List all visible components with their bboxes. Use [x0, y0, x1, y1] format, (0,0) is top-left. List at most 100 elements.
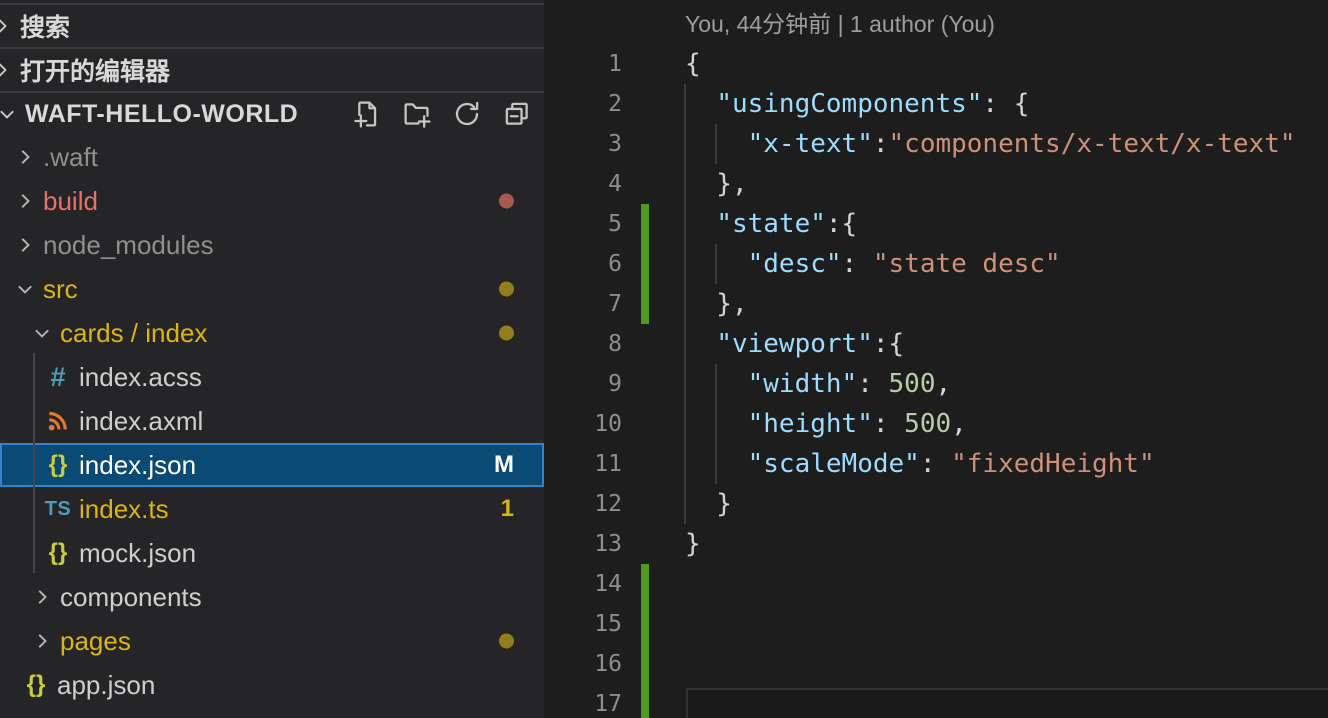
chevron-right-icon	[0, 59, 13, 81]
code-line-10[interactable]: 10 "height": 500,	[544, 404, 1328, 444]
line-number: 5	[608, 211, 622, 237]
refresh-button[interactable]	[452, 99, 482, 129]
line-number: 16	[594, 651, 622, 677]
git-added-gutter-bar	[641, 684, 649, 718]
code-line-15[interactable]: 15	[544, 604, 1328, 644]
collapse-all-button[interactable]	[502, 99, 532, 129]
chevron-right-icon	[14, 146, 36, 168]
new-file-button[interactable]	[352, 99, 382, 129]
code-line-3[interactable]: 3 "x-text":"components/x-text/x-text"	[544, 124, 1328, 164]
xml-file-icon	[46, 409, 70, 433]
code-line-13[interactable]: 13}	[544, 524, 1328, 564]
code-line-16[interactable]: 16	[544, 644, 1328, 684]
git-status-badge: M	[494, 451, 514, 478]
git-status-dot-badge	[499, 281, 514, 297]
code-line-14[interactable]: 14	[544, 564, 1328, 604]
file-row-index.ts[interactable]: TS index.ts 1	[0, 487, 544, 531]
folder-row-cards/index[interactable]: cards / index	[0, 311, 544, 355]
git-status-badge: 1	[500, 495, 514, 522]
code-text: {	[685, 49, 701, 79]
code-line-1[interactable]: 1{	[544, 44, 1328, 84]
code-line-2[interactable]: 2 "usingComponents": {	[544, 84, 1328, 124]
git-status-dot-badge	[499, 633, 514, 649]
file-row-app.json[interactable]: {} app.json	[0, 663, 544, 707]
folder-row-build[interactable]: build	[0, 179, 544, 223]
indent-guide	[715, 364, 717, 484]
file-row-index.json[interactable]: {} index.json M	[0, 443, 544, 487]
ts-file-icon: TS	[44, 497, 72, 520]
line-number: 11	[594, 451, 622, 477]
folder-row-components[interactable]: components	[0, 575, 544, 619]
hash-file-icon: #	[50, 361, 66, 392]
line-number: 17	[594, 691, 622, 717]
section-header-open-editors[interactable]: 打开的编辑器	[0, 47, 544, 91]
file-row-mock.json[interactable]: {} mock.json	[0, 531, 544, 575]
code-line-12[interactable]: 12 }	[544, 484, 1328, 524]
line-number: 7	[608, 291, 622, 317]
line-number: 1	[608, 51, 622, 77]
code-line-9[interactable]: 9 "width": 500,	[544, 364, 1328, 404]
tree-item-label: components	[60, 581, 202, 612]
git-added-gutter-bar	[641, 644, 649, 684]
git-status-dot-badge	[499, 325, 514, 341]
code-line-11[interactable]: 11 "scaleMode": "fixedHeight"	[544, 444, 1328, 484]
code-text: "scaleMode": "fixedHeight"	[747, 449, 1155, 479]
code-line-6[interactable]: 6 "desc": "state desc"	[544, 244, 1328, 284]
indent-guide	[715, 244, 717, 284]
code-lines: 1{2 "usingComponents": {3 "x-text":"comp…	[544, 44, 1328, 718]
tree-item-label: mock.json	[79, 537, 197, 568]
tree-item-label: build	[43, 185, 98, 216]
tree-item-label: src	[43, 273, 78, 304]
section-header-project[interactable]: WAFT-HELLO-WORLD	[0, 91, 544, 135]
file-row-index.acss[interactable]: # index.acss	[0, 355, 544, 399]
chevron-right-icon	[31, 586, 53, 608]
file-row-index.axml[interactable]: index.axml	[0, 399, 544, 443]
new-folder-button[interactable]	[402, 99, 432, 129]
code-text: "x-text":"components/x-text/x-text"	[747, 129, 1296, 159]
line-number: 8	[608, 331, 622, 357]
line-number: 3	[608, 131, 622, 157]
vscode-window: 搜索 打开的编辑器 WAFT-HELLO-WORLD .waft build nod…	[0, 0, 1328, 718]
chevron-right-icon	[31, 630, 53, 652]
git-added-gutter-bar	[641, 564, 649, 604]
code-text: },	[685, 169, 748, 199]
code-text: },	[685, 289, 748, 319]
code-text: "height": 500,	[747, 409, 967, 439]
folder-row-node_modules[interactable]: node_modules	[0, 223, 544, 267]
chevron-down-icon	[31, 322, 53, 344]
chevron-right-icon	[14, 234, 36, 256]
line-number: 6	[608, 251, 622, 277]
chevron-down-icon	[14, 278, 36, 300]
folder-row-src[interactable]: src	[0, 267, 544, 311]
folder-row-pages[interactable]: pages	[0, 619, 544, 663]
line-number: 12	[594, 491, 622, 517]
code-line-8[interactable]: 8 "viewport":{	[544, 324, 1328, 364]
file-tree: .waft build node_modules src cards / index # i…	[0, 135, 544, 707]
line-number: 9	[608, 371, 622, 397]
git-status-dot-badge	[499, 193, 514, 209]
code-line-7[interactable]: 7 },	[544, 284, 1328, 324]
git-added-gutter-bar	[641, 284, 649, 324]
code-line-5[interactable]: 5 "state":{	[544, 204, 1328, 244]
code-text: "desc": "state desc"	[747, 249, 1061, 279]
tree-item-label: cards / index	[60, 317, 208, 348]
braces-file-icon: {}	[48, 451, 68, 478]
section-header-search[interactable]: 搜索	[0, 3, 544, 47]
line-number: 13	[594, 531, 622, 557]
code-editor: You, 44分钟前 | 1 author (You) 1{2 "usingCo…	[544, 0, 1328, 718]
tree-indent-guide	[33, 353, 35, 573]
chevron-down-icon	[0, 103, 18, 125]
braces-file-icon: {}	[48, 539, 68, 566]
git-added-gutter-bar	[641, 244, 649, 284]
line-number: 4	[608, 171, 622, 197]
line-number: 14	[594, 571, 622, 597]
code-line-4[interactable]: 4 },	[544, 164, 1328, 204]
code-text: "width": 500,	[747, 369, 952, 399]
chevron-right-icon	[0, 15, 13, 37]
git-added-gutter-bar	[641, 204, 649, 244]
tree-item-label: node_modules	[43, 229, 214, 260]
git-blame-annotation[interactable]: You, 44分钟前 | 1 author (You)	[544, 4, 1328, 44]
code-text: "usingComponents": {	[716, 89, 1030, 119]
tree-item-label: pages	[60, 625, 131, 656]
folder-row-.waft[interactable]: .waft	[0, 135, 544, 179]
